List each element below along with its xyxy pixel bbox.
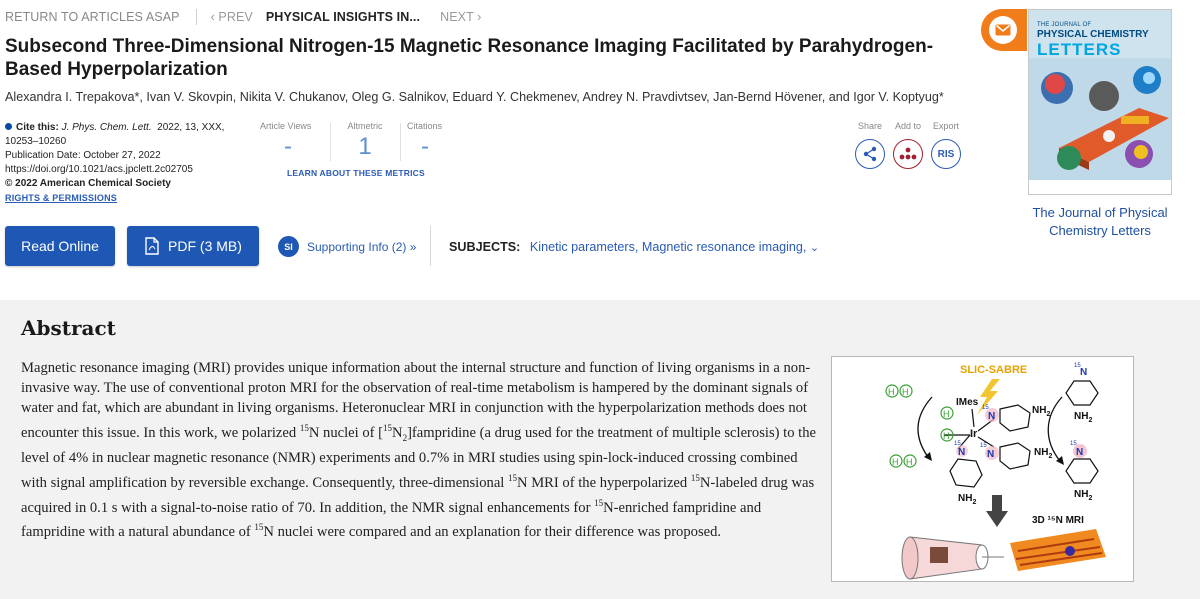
isotope-superscript: 15 <box>690 472 700 483</box>
article-navigation: RETURN TO ARTICLES ASAP ‹ PREV PHYSICAL … <box>5 8 481 26</box>
abstract-text-part: N <box>392 424 403 441</box>
cover-title-line2: LETTERS <box>1037 40 1122 59</box>
add-to-button[interactable] <box>893 139 923 169</box>
read-online-button[interactable]: Read Online <box>5 226 115 266</box>
abstract-text-part: N MRI of the hyperpolarized <box>517 474 691 491</box>
hydride-h: H <box>943 409 950 419</box>
pdf-file-icon <box>145 237 159 255</box>
rights-permissions-link[interactable]: RIGHTS & PERMISSIONS <box>5 191 245 205</box>
n15-atom: N <box>1076 447 1083 458</box>
parahydrogen-h: H <box>902 387 909 397</box>
mail-icon-circle <box>989 16 1017 44</box>
abstract-text: Magnetic resonance imaging (MRI) provide… <box>21 358 821 542</box>
copyright: © 2022 American Chemical Society <box>5 178 171 189</box>
hydride-h: H <box>943 431 950 441</box>
publication-date: Publication Date: October 27, 2022 <box>5 150 161 161</box>
journal-abbrev: J. Phys. Chem. Lett. <box>61 122 152 133</box>
author-list[interactable]: Alexandra I. Trepakova*, Ivan V. Skovpin… <box>5 90 944 104</box>
metric-divider <box>400 123 401 161</box>
citations-label: Citations <box>407 121 443 131</box>
subjects-row: SUBJECTS: Kinetic parameters, Magnetic r… <box>449 240 819 254</box>
citation-block: Cite this: J. Phys. Chem. Lett. 2022, 13… <box>5 121 245 205</box>
export-label: Export <box>932 121 959 131</box>
toolbar-divider <box>430 226 431 266</box>
share-icon <box>863 146 877 162</box>
article-views-value: - <box>284 133 292 160</box>
mail-icon <box>995 24 1011 36</box>
nav-divider <box>195 9 197 25</box>
nh2-label: NH2 <box>1074 411 1092 424</box>
nh2-label: NH2 <box>1032 405 1050 418</box>
si-badge-icon: SI <box>278 236 299 257</box>
cover-footer <box>1029 180 1171 194</box>
abstract-text-part: N nuclei were compared and an explanatio… <box>263 524 722 541</box>
slic-sabre-label: SLIC-SABRE <box>960 364 1027 376</box>
mri-label: 3D ¹⁵N MRI <box>1032 515 1084 526</box>
supporting-info-link[interactable]: SI Supporting Info (2) » <box>278 236 416 257</box>
abstract-text-part: N nuclei of [ <box>308 424 384 441</box>
pdf-button-label: PDF (3 MB) <box>168 238 242 254</box>
prev-link[interactable]: ‹ PREV <box>211 10 253 24</box>
article-views-metric: Article Views - <box>260 121 320 161</box>
chevron-down-icon[interactable]: ⌄ <box>810 242 819 254</box>
n15-atom: N <box>988 411 995 422</box>
email-alert-button[interactable] <box>981 9 1027 51</box>
isotope-superscript: 15 <box>299 423 309 433</box>
nh2-label: NH2 <box>1034 447 1052 460</box>
toc-graphic: SLIC-SABRE IMes Ir 15 N 15 N NH2 NH2 15 … <box>885 363 1106 580</box>
cover-small-text: THE JOURNAL OF <box>1037 22 1092 28</box>
n15-atom: N <box>987 449 994 460</box>
cite-label: Cite this: <box>16 122 59 133</box>
citations-value: - <box>421 133 429 160</box>
n15-atom: N <box>1080 367 1087 378</box>
add-to-action: Add to <box>890 121 926 169</box>
next-link[interactable]: NEXT › <box>440 10 481 24</box>
prev-label: PREV <box>218 10 253 24</box>
nh2-label: NH2 <box>958 493 976 506</box>
subjects-terms[interactable]: Kinetic parameters, Magnetic resonance i… <box>530 240 807 254</box>
altmetric-metric[interactable]: Altmetric 1 <box>330 121 400 161</box>
article-views-label: Article Views <box>260 121 312 131</box>
pdf-download-button[interactable]: PDF (3 MB) <box>127 226 259 266</box>
iridium-label: Ir <box>970 428 978 440</box>
parahydrogen-h: H <box>892 457 899 467</box>
export-action: Export RIS <box>928 121 964 169</box>
isotope-superscript: 15 <box>383 423 393 433</box>
nh2-label: NH2 <box>1074 489 1092 502</box>
abstract-graphic[interactable]: SLIC-SABRE IMes Ir 15 N 15 N NH2 NH2 15 … <box>831 356 1134 582</box>
current-article-label: PHYSICAL INSIGHTS IN... <box>265 10 421 24</box>
add-to-label: Add to <box>894 121 922 131</box>
imes-label: IMes <box>956 397 979 408</box>
export-ris-button[interactable]: RIS <box>931 139 961 169</box>
isotope-superscript: 15 <box>594 497 604 508</box>
cite-line[interactable]: Cite this: J. Phys. Chem. Lett. 2022, 13… <box>5 121 245 149</box>
learn-metrics-link[interactable]: LEARN ABOUT THESE METRICS <box>287 168 425 178</box>
isotope-superscript: 15 <box>508 472 517 483</box>
journal-name-link[interactable]: The Journal of Physical Chemistry Letter… <box>1028 204 1172 240</box>
doi-link[interactable]: https://doi.org/10.1021/acs.jpclett.2c02… <box>5 163 245 177</box>
parahydrogen-h: H <box>888 387 895 397</box>
return-to-articles-link[interactable]: RETURN TO ARTICLES ASAP <box>5 10 180 24</box>
next-label: NEXT <box>440 10 474 24</box>
journal-cover-image[interactable]: THE JOURNAL OF PHYSICAL CHEMISTRY LETTER… <box>1028 9 1172 195</box>
altmetric-label: Altmetric <box>347 121 383 131</box>
share-button[interactable] <box>855 139 885 169</box>
article-title: Subsecond Three-Dimensional Nitrogen-15 … <box>5 36 934 80</box>
subjects-label: SUBJECTS: <box>449 240 521 254</box>
citations-metric: Citations - <box>407 121 467 161</box>
n15-atom: N <box>958 447 965 458</box>
abstract-heading: Abstract <box>21 316 116 340</box>
cite-icon <box>5 123 12 130</box>
share-label: Share <box>857 121 883 131</box>
chevron-right-icon: › <box>473 10 482 24</box>
share-action: Share <box>852 121 888 169</box>
molecule-icon <box>899 147 917 160</box>
cover-artwork <box>1029 58 1171 188</box>
supporting-info-label: Supporting Info (2) » <box>307 239 417 254</box>
cover-title-line1: PHYSICAL CHEMISTRY <box>1037 29 1149 40</box>
altmetric-value: 1 <box>358 133 372 160</box>
parahydrogen-h: H <box>906 457 913 467</box>
